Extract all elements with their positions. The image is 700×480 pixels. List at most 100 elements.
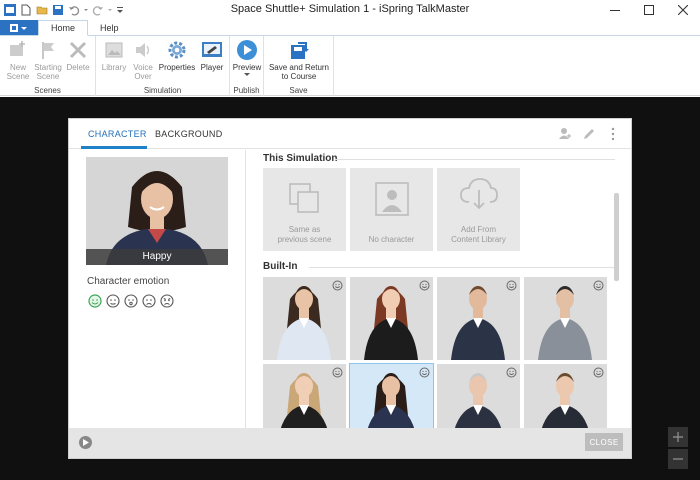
add-from-content-library-tile[interactable]: Add From Content Library xyxy=(437,168,520,251)
group-publish: Preview Publish xyxy=(230,36,264,96)
gear-icon xyxy=(168,41,186,59)
tab-home[interactable]: Home xyxy=(38,20,89,36)
group-simulation: Library Voice Over Properties Player Sim… xyxy=(96,36,230,96)
emotion-smile-icon xyxy=(332,367,343,378)
file-menu-icon xyxy=(10,23,27,32)
same-as-previous-scene-label: Same as previous scene xyxy=(277,225,332,244)
emotion-smile-icon xyxy=(506,280,517,291)
undo-dropdown-icon[interactable] xyxy=(83,3,89,17)
character-tile-woman-navy-suit[interactable] xyxy=(349,363,434,430)
dialog-header-actions xyxy=(557,126,621,142)
undo-icon[interactable] xyxy=(67,3,81,17)
emotion-label: Happy xyxy=(86,249,228,265)
properties-label: Properties xyxy=(158,63,196,72)
more-options-icon[interactable] xyxy=(605,126,621,142)
character-tile-man-grey-hair-suit[interactable] xyxy=(437,364,520,430)
dialog-footer: CLOSE xyxy=(69,428,631,458)
section-divider xyxy=(335,159,615,160)
flag-icon xyxy=(42,42,54,59)
character-preview: Happy xyxy=(86,157,228,265)
emotion-smile-icon xyxy=(593,367,604,378)
ribbon: New Scene Starting Scene Delete Scenes L… xyxy=(0,36,700,96)
player-button[interactable]: Player xyxy=(198,39,226,72)
character-tile-man-grey-suit-blue-shirt[interactable] xyxy=(524,277,607,360)
tab-background[interactable]: BACKGROUND xyxy=(155,129,223,139)
section-this-simulation: This Simulation xyxy=(263,153,338,164)
new-scene-button[interactable]: New Scene xyxy=(5,39,31,81)
emotion-selector xyxy=(87,293,174,308)
redo-icon[interactable] xyxy=(91,3,105,17)
character-gallery: This Simulation Same as previous scene N… xyxy=(247,150,631,430)
play-icon xyxy=(237,40,257,60)
redo-dropdown-icon[interactable] xyxy=(107,3,113,17)
library-button[interactable]: Library xyxy=(100,39,128,72)
customize-toolbar-icon[interactable] xyxy=(115,3,125,17)
tab-help[interactable]: Help xyxy=(88,20,131,35)
same-as-previous-scene-tile[interactable]: Same as previous scene xyxy=(263,168,346,251)
delete-label: Delete xyxy=(66,63,90,72)
group-label-publish: Publish xyxy=(233,86,260,95)
close-button[interactable]: CLOSE xyxy=(585,433,623,451)
section-built-in: Built-In xyxy=(263,261,298,272)
save-return-icon xyxy=(291,42,309,59)
character-tile-woman-light-blue-shirt[interactable] xyxy=(263,277,346,360)
emotion-surprised-icon[interactable] xyxy=(123,293,138,308)
character-tile-man-young-dark-suit[interactable] xyxy=(524,364,607,430)
group-label-save: Save xyxy=(289,86,308,95)
dialog-header: CHARACTER BACKGROUND xyxy=(69,119,631,149)
minimize-button[interactable] xyxy=(598,0,632,20)
edit-pencil-icon[interactable] xyxy=(581,126,597,142)
preview-dropdown-icon xyxy=(244,73,250,76)
no-character-tile[interactable]: No character xyxy=(350,168,433,251)
properties-button[interactable]: Properties xyxy=(157,39,197,72)
speaker-icon xyxy=(136,43,150,57)
emotion-neutral-icon[interactable] xyxy=(105,293,120,308)
delete-icon xyxy=(69,41,87,59)
person-icon xyxy=(374,182,409,216)
cloud-download-icon xyxy=(459,178,498,210)
open-folder-icon[interactable] xyxy=(35,3,49,17)
character-tile-woman-blonde-black-suit[interactable] xyxy=(263,364,346,430)
group-label-scenes: Scenes xyxy=(34,86,61,95)
new-scene-label: New Scene xyxy=(6,63,30,81)
voice-over-button[interactable]: Voice Over xyxy=(130,39,156,81)
tab-character[interactable]: CHARACTER xyxy=(88,129,147,139)
quick-access-toolbar xyxy=(0,3,125,17)
emotion-happy-icon[interactable] xyxy=(87,293,102,308)
emotion-smile-icon xyxy=(506,367,517,378)
app-icon[interactable] xyxy=(3,3,17,17)
close-window-button[interactable] xyxy=(666,0,700,20)
add-from-content-library-label: Add From Content Library xyxy=(451,225,506,244)
preview-button[interactable]: Preview xyxy=(232,39,262,77)
gallery-scrollbar[interactable] xyxy=(614,193,619,281)
player-label: Player xyxy=(200,63,224,72)
character-preview-pane: Happy Character emotion xyxy=(69,150,246,430)
zoom-in-button[interactable] xyxy=(668,427,688,447)
maximize-button[interactable] xyxy=(632,0,666,20)
add-character-icon[interactable] xyxy=(557,126,573,142)
title-bar: Space Shuttle+ Simulation 1 - iSpring Ta… xyxy=(0,0,700,20)
character-tile-woman-red-hair-black-suit[interactable] xyxy=(350,277,433,360)
library-label: Library xyxy=(101,63,127,72)
image-icon xyxy=(105,42,123,58)
save-and-return-button[interactable]: Save and Return to Course xyxy=(267,39,331,81)
save-and-return-label: Save and Return to Course xyxy=(268,63,330,81)
emotion-angry-icon[interactable] xyxy=(159,293,174,308)
emotion-smile-icon xyxy=(419,367,430,378)
voice-over-label: Voice Over xyxy=(133,63,153,81)
character-tile-man-beard-navy-suit[interactable] xyxy=(437,277,520,360)
delete-button[interactable]: Delete xyxy=(64,39,92,72)
starting-scene-label: Starting Scene xyxy=(34,63,62,81)
active-tab-indicator xyxy=(81,146,147,149)
zoom-out-button[interactable] xyxy=(668,449,688,469)
starting-scene-button[interactable]: Starting Scene xyxy=(33,39,63,81)
copy-icon xyxy=(288,183,319,213)
plus-icon xyxy=(673,432,683,442)
character-dialog: CHARACTER BACKGROUND Happy Character emo… xyxy=(68,118,632,459)
play-preview-icon[interactable] xyxy=(79,436,92,449)
save-icon[interactable] xyxy=(51,3,65,17)
new-file-icon[interactable] xyxy=(19,3,33,17)
emotion-sad-icon[interactable] xyxy=(141,293,156,308)
file-menu-button[interactable] xyxy=(0,20,38,35)
emotion-smile-icon xyxy=(332,280,343,291)
